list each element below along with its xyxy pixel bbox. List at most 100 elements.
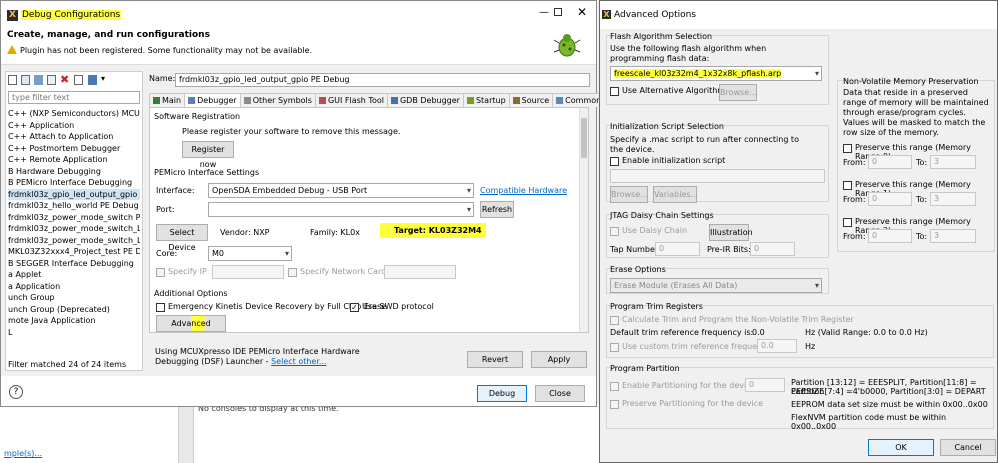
close-button[interactable]: Close	[535, 385, 585, 402]
tree-item[interactable]: frdmkl03z_power_mode_switch PE Deb	[8, 212, 140, 224]
tree-item[interactable]: frdmkl03z_power_mode_switch_LLWU_	[8, 235, 140, 247]
content-scrollbar[interactable]	[579, 108, 588, 332]
tree-item[interactable]: frdmkl03z_power_mode_switch_LLWU_	[8, 223, 140, 235]
tab-debugger[interactable]: Debugger	[184, 93, 241, 107]
advanced-options-button[interactable]: Advanced Options	[156, 315, 226, 332]
cancel-button[interactable]: Cancel	[940, 439, 996, 456]
tree-item[interactable]: C++ Remote Application	[8, 154, 140, 166]
minimize-icon[interactable]: —	[539, 7, 549, 18]
help-icon[interactable]: ?	[9, 385, 23, 399]
name-field[interactable]: frdmkl03z_gpio_led_output_gpio PE Debug	[175, 73, 590, 87]
enable-init-script-label: Enable initialization script	[622, 156, 726, 165]
tree-item[interactable]: a Applet	[8, 269, 140, 281]
illustration-button[interactable]: Illustration	[709, 224, 753, 241]
tab-common[interactable]: Common	[552, 93, 606, 107]
debug-button[interactable]: Debug	[477, 385, 527, 402]
new-config-icon[interactable]	[8, 75, 17, 85]
bottom-link[interactable]: mple(s)...	[4, 449, 42, 458]
refresh-button[interactable]: Refresh	[480, 201, 514, 218]
splitter[interactable]	[144, 71, 146, 371]
custom-trim-field[interactable]: 0.0	[757, 339, 797, 353]
network-ip-field[interactable]	[384, 265, 456, 279]
preserve-range-checkbox[interactable]	[843, 181, 852, 190]
compatible-hardware-link[interactable]: Compatible Hardware	[480, 186, 567, 195]
emergency-recovery-checkbox[interactable]	[156, 303, 165, 312]
filter-icon[interactable]	[88, 75, 97, 85]
jtag-group: JTAG Daisy Chain Settings Use Daisy Chai…	[606, 211, 829, 258]
init-script-field[interactable]	[610, 169, 825, 183]
pre-ir-field[interactable]: 0	[750, 242, 795, 256]
tree-item[interactable]: L	[8, 327, 140, 339]
tab-gui-flash-tool[interactable]: GUI Flash Tool	[314, 93, 388, 107]
range-to-field[interactable]: 3	[930, 155, 976, 169]
tab-gdb-debugger[interactable]: GDB Debugger	[386, 93, 464, 107]
enable-init-script-checkbox[interactable]	[610, 157, 619, 166]
close-icon[interactable]: ✕	[577, 5, 587, 19]
filter-input[interactable]: type filter text	[8, 91, 140, 104]
interface-select[interactable]: OpenSDA Embedded Debug - USB Port ▾	[208, 183, 474, 198]
view-menu-icon[interactable]: ▾	[101, 74, 105, 83]
core-select[interactable]: M0 ▾	[208, 246, 292, 261]
tree-item[interactable]: B PEMicro Interface Debugging	[8, 177, 140, 189]
ide-scrollbar[interactable]	[178, 403, 194, 463]
scroll-thumb[interactable]	[581, 118, 587, 158]
maximize-icon[interactable]	[554, 8, 562, 16]
tap-number-field[interactable]: 0	[655, 242, 700, 256]
tree-item[interactable]: C++ Application	[8, 120, 140, 132]
range-to-field[interactable]: 3	[930, 229, 976, 243]
specify-ip-checkbox[interactable]	[156, 268, 165, 277]
tree-item[interactable]: C++ Postmortem Debugger	[8, 143, 140, 155]
new-prototype-icon[interactable]	[21, 75, 30, 85]
use-daisy-chain-checkbox[interactable]	[610, 227, 619, 236]
range-to-field[interactable]: 3	[930, 192, 976, 206]
tree-item[interactable]: a Application	[8, 281, 140, 293]
range-from-field[interactable]: 0	[868, 155, 912, 169]
calculate-trim-checkbox[interactable]	[610, 316, 619, 325]
alternative-browse-button[interactable]: Browse...	[719, 84, 757, 101]
collapse-all-icon[interactable]	[74, 75, 83, 85]
select-other-link[interactable]: Select other...	[271, 357, 326, 366]
range-from-field[interactable]: 0	[868, 229, 912, 243]
range-from-field[interactable]: 0	[868, 192, 912, 206]
tab-main[interactable]: Main	[149, 93, 186, 107]
revert-button[interactable]: Revert	[467, 351, 523, 368]
preserve-range-checkbox[interactable]	[843, 218, 852, 227]
erase-select[interactable]: Erase Module (Erases All Data) ▾	[610, 278, 822, 293]
export-icon[interactable]	[34, 75, 43, 85]
tree-item[interactable]: B SEGGER Interface Debugging	[8, 258, 140, 270]
tree-item[interactable]: C++ Attach to Application	[8, 131, 140, 143]
preserve-range-checkbox[interactable]	[843, 144, 852, 153]
tree-item[interactable]: unch Group	[8, 292, 140, 304]
init-browse-button[interactable]: Browse...	[610, 186, 648, 203]
tree-item[interactable]: frdmkl03z_gpio_led_output_gpio PE De	[8, 188, 140, 200]
use-swd-checkbox[interactable]: ✓	[350, 303, 359, 312]
tab-other-symbols[interactable]: Other Symbols	[239, 93, 316, 107]
tab-startup[interactable]: Startup	[462, 93, 510, 107]
delete-icon[interactable]: ✖	[60, 73, 69, 86]
valid-range-text: Hz (Valid Range: 0.0 to 0.0 Hz)	[805, 328, 928, 337]
core-label: Core:	[156, 249, 178, 258]
tree-item[interactable]: B Hardware Debugging	[8, 166, 140, 178]
tree-item[interactable]: unch Group (Deprecated)	[8, 304, 140, 316]
custom-trim-checkbox[interactable]	[610, 343, 619, 352]
preserve-partition-checkbox[interactable]	[610, 400, 619, 409]
select-device-button[interactable]: Select Device	[156, 224, 208, 252]
register-now-button[interactable]: Register now	[182, 141, 234, 169]
partition-field[interactable]: 0	[745, 378, 785, 392]
alternative-algorithm-checkbox[interactable]	[610, 87, 619, 96]
apply-button[interactable]: Apply	[531, 351, 587, 368]
tree-item[interactable]: mote Java Application	[8, 315, 140, 327]
enable-partition-checkbox[interactable]	[610, 382, 619, 391]
tab-source[interactable]: Source	[508, 93, 554, 107]
specify-ip-field[interactable]	[212, 265, 284, 279]
tree-item[interactable]: C++ (NXP Semiconductors) MCU Appl	[8, 108, 140, 120]
specify-network-checkbox[interactable]	[288, 268, 297, 277]
flash-algorithm-select[interactable]: freescale_kl03z32m4_1x32x8k_pflash.arp ▾	[610, 66, 822, 81]
jtag-title: JTAG Daisy Chain Settings	[610, 211, 714, 220]
tree-item[interactable]: MKL03Z32xxx4_Project_test PE Debug	[8, 246, 140, 258]
init-variables-button[interactable]: Variables...	[653, 186, 698, 203]
ok-button[interactable]: OK	[868, 439, 934, 456]
tree-item[interactable]: frdmkl03z_hello_world PE Debug	[8, 200, 140, 212]
duplicate-icon[interactable]	[47, 75, 56, 85]
port-select[interactable]: ▾	[208, 202, 474, 217]
